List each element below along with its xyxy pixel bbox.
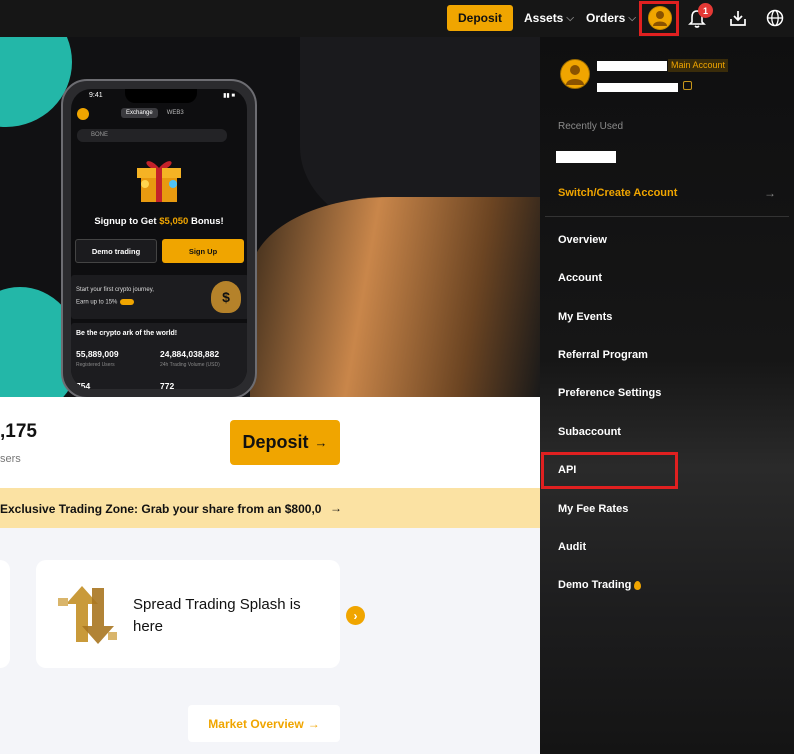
users-stat-label: sers bbox=[0, 453, 21, 465]
assets-menu[interactable]: Assets ⌵ bbox=[524, 11, 574, 25]
phone-notch bbox=[125, 89, 197, 103]
headline-prefix: Signup to Get bbox=[94, 216, 160, 227]
promo-section: Spread Trading Splash is here › Market O… bbox=[0, 528, 540, 754]
stats-section: ,175 sers Deposit → bbox=[0, 397, 540, 488]
hero-section: 9:41 ▮▮ ■ Exchange WEB3 BONE Signup to G… bbox=[0, 37, 540, 397]
top-nav: Deposit Assets ⌵ Orders ⌵ 1 bbox=[0, 0, 794, 37]
phone-search: BONE bbox=[77, 129, 227, 142]
api-highlight-box bbox=[541, 452, 678, 489]
menu-item-my-fee-rates[interactable]: My Fee Rates bbox=[558, 503, 628, 515]
menu-item-audit[interactable]: Audit bbox=[558, 541, 586, 553]
assets-label: Assets bbox=[524, 11, 564, 25]
stat-4: 772 bbox=[160, 381, 175, 389]
phone-time: 9:41 bbox=[89, 92, 103, 99]
account-dropdown-panel: Main Account Recently Used Switch/Create… bbox=[540, 37, 794, 754]
money-bag-icon: $ bbox=[211, 281, 241, 313]
phone-tab-web3: WEB3 bbox=[166, 110, 184, 116]
journey-line1: Start your first crypto journey, bbox=[76, 287, 154, 293]
promo-card-prev[interactable] bbox=[0, 560, 10, 668]
phone-tab-exchange: Exchange bbox=[121, 108, 158, 118]
menu-item-my-events[interactable]: My Events bbox=[558, 311, 612, 323]
stat-3: 754 bbox=[76, 381, 91, 389]
phone-headline: Signup to Get $5,050 Bonus! bbox=[71, 216, 247, 227]
phone-mockup: 9:41 ▮▮ ■ Exchange WEB3 BONE Signup to G… bbox=[61, 79, 257, 397]
menu-item-demo-trading[interactable]: Demo Trading bbox=[558, 579, 642, 591]
stat-registered-users-label: Registered Users bbox=[76, 362, 115, 368]
deposit-cta-button[interactable]: Deposit → bbox=[230, 420, 340, 465]
recently-used-label: Recently Used bbox=[558, 121, 624, 132]
flame-icon bbox=[634, 580, 642, 590]
account-avatar bbox=[560, 59, 590, 89]
chevron-down-icon: ⌵ bbox=[628, 12, 636, 24]
copy-icon[interactable] bbox=[683, 81, 692, 90]
menu-item-overview[interactable]: Overview bbox=[558, 234, 607, 246]
app-root: Deposit Assets ⌵ Orders ⌵ 1 9:41 ▮▮ ■ Ex… bbox=[0, 0, 794, 754]
orders-menu[interactable]: Orders ⌵ bbox=[586, 11, 636, 25]
market-overview-label: Market Overview bbox=[208, 716, 304, 731]
account-uid-redacted bbox=[597, 83, 678, 92]
trading-arrows-icon bbox=[58, 586, 117, 644]
menu-item-account[interactable]: Account bbox=[558, 272, 602, 284]
divider bbox=[545, 216, 789, 217]
decor-gold-glow bbox=[250, 197, 540, 397]
notification-badge: 1 bbox=[698, 3, 713, 18]
gift-box-icon bbox=[137, 161, 181, 202]
demo-trading-label: Demo Trading bbox=[558, 579, 632, 591]
arrow-right-icon: → bbox=[764, 186, 776, 200]
phone-status-icons: ▮▮ ■ bbox=[223, 93, 235, 99]
stat-trading-volume: 24,884,038,882 bbox=[160, 349, 220, 359]
chevron-down-icon: ⌵ bbox=[566, 12, 574, 24]
promo-text: Spread Trading Splash is here bbox=[133, 596, 301, 635]
phone-signup-button: Sign Up bbox=[162, 239, 244, 263]
phone-demo-trading-button: Demo trading bbox=[75, 239, 157, 263]
user-icon bbox=[566, 65, 584, 85]
deposit-button[interactable]: Deposit bbox=[447, 5, 513, 31]
orders-label: Orders bbox=[586, 11, 626, 25]
arrow-pill-icon bbox=[120, 299, 135, 305]
main-account-tag: Main Account bbox=[668, 59, 729, 72]
banner-text: Exclusive Trading Zone: Grab your share … bbox=[0, 502, 322, 516]
stats-card-title: Be the crypto ark of the world! bbox=[76, 330, 178, 337]
journey-line2-text: Earn up to 15% bbox=[76, 299, 118, 306]
phone-tabs: Exchange WEB3 bbox=[121, 108, 189, 118]
avatar-highlight-box bbox=[639, 1, 679, 36]
phone-screen: 9:41 ▮▮ ■ Exchange WEB3 BONE Signup to G… bbox=[71, 89, 247, 389]
menu-item-referral-program[interactable]: Referral Program bbox=[558, 349, 648, 361]
arrow-right-icon: → bbox=[314, 435, 328, 450]
stat-trading-volume-label: 24h Trading Volume (USD) bbox=[160, 362, 220, 368]
arrow-right-icon: → bbox=[330, 501, 342, 515]
phone-avatar-icon bbox=[77, 108, 89, 120]
headline-amount: $5,050 bbox=[159, 216, 189, 227]
recent-account-redacted[interactable] bbox=[556, 151, 616, 163]
announcement-banner[interactable]: Exclusive Trading Zone: Grab your share … bbox=[0, 488, 540, 528]
download-icon[interactable] bbox=[729, 9, 747, 27]
stat-registered-users: 55,889,009 bbox=[76, 349, 119, 359]
globe-icon[interactable] bbox=[766, 9, 784, 27]
market-overview-button[interactable]: Market Overview → bbox=[188, 705, 340, 742]
phone-journey-card: Start your first crypto journey, Earn up… bbox=[71, 275, 247, 319]
phone-stats-card: Be the crypto ark of the world! 55,889,0… bbox=[71, 323, 247, 389]
arrow-right-icon: → bbox=[307, 716, 320, 731]
account-name-redacted bbox=[597, 61, 667, 71]
promo-card[interactable]: Spread Trading Splash is here bbox=[36, 560, 340, 668]
carousel-next-button[interactable]: › bbox=[346, 606, 365, 625]
menu-item-subaccount[interactable]: Subaccount bbox=[558, 426, 621, 438]
deposit-cta-label: Deposit bbox=[242, 432, 309, 452]
headline-suffix: Bonus! bbox=[188, 216, 224, 227]
users-stat-value: ,175 bbox=[0, 421, 37, 442]
switch-create-account-link[interactable]: Switch/Create Account bbox=[558, 187, 677, 199]
menu-item-preference-settings[interactable]: Preference Settings bbox=[558, 387, 661, 399]
journey-line2: Earn up to 15% bbox=[76, 299, 135, 306]
